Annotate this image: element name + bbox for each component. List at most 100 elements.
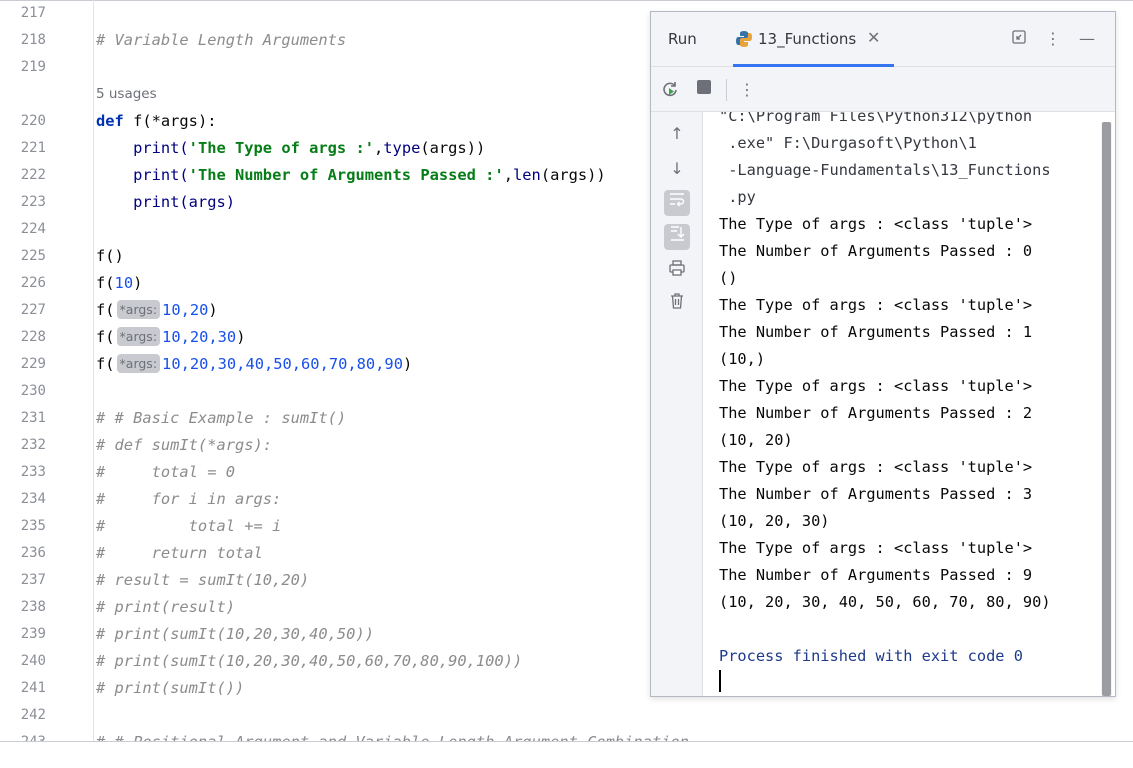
line-number: 235 xyxy=(20,518,46,534)
code-text: f(*args: 10,20) xyxy=(96,300,218,319)
code-comment: # result = sumIt(10,20) xyxy=(96,571,310,589)
console-line: The Type of args : <class 'tuple'> xyxy=(719,539,1033,557)
line-number: 219 xyxy=(20,59,46,75)
soft-wrap-icon[interactable] xyxy=(664,190,690,216)
code-comment: # print(sumIt(10,20,30,40,50)) xyxy=(96,625,374,643)
console-side-toolbar: ↑ ↓ xyxy=(651,112,703,696)
line-number: 229 xyxy=(20,356,46,372)
restore-panel-icon[interactable] xyxy=(1009,29,1029,49)
line-number: 242 xyxy=(20,707,46,723)
run-header: Run 13_Functions ✕ ⋮ — xyxy=(651,12,1115,67)
code-text: f(10) xyxy=(96,274,143,292)
code-text: f(*args: 10,20,30,40,50,60,70,80,90) xyxy=(96,354,413,373)
console-line: "C:\Program Files\Python312\python xyxy=(719,112,1033,125)
line-number: 225 xyxy=(20,248,46,264)
arrow-down-icon[interactable]: ↓ xyxy=(664,156,690,182)
rerun-icon[interactable] xyxy=(659,79,681,101)
scroll-to-end-icon[interactable] xyxy=(664,224,690,250)
minimize-icon[interactable]: — xyxy=(1077,29,1097,49)
scrollbar-thumb[interactable] xyxy=(1102,122,1111,696)
code-text: print('The Type of args :',type(args)) xyxy=(96,139,486,157)
line-number: 221 xyxy=(20,140,46,156)
line-number: 223 xyxy=(20,194,46,210)
run-toolbar: ⋮ xyxy=(651,67,1115,112)
code-text: f(*args: 10,20,30) xyxy=(96,327,246,346)
code-line: 243 # # Positional Argument and Variable… xyxy=(0,729,1133,741)
console-line: .py xyxy=(719,188,756,206)
code-comment: # return total xyxy=(96,544,263,562)
line-number: 230 xyxy=(20,383,46,399)
code-comment: # print(result) xyxy=(96,598,235,616)
code-comment: # print(sumIt()) xyxy=(96,679,245,697)
close-icon[interactable]: ✕ xyxy=(867,28,880,47)
line-number: 218 xyxy=(20,32,46,48)
code-comment: # # Positional Argument and Variable Len… xyxy=(96,729,689,741)
line-number: 236 xyxy=(20,545,46,561)
console-scrollbar[interactable] xyxy=(1101,122,1112,696)
console-line: () xyxy=(719,269,738,287)
line-number: 234 xyxy=(20,491,46,507)
code-text: def f(*args): xyxy=(96,112,217,130)
console-line: (10, 20) xyxy=(719,431,793,449)
code-comment: # # Basic Example : sumIt() xyxy=(96,409,347,427)
console-line: (10,) xyxy=(719,350,766,368)
line-number: 233 xyxy=(20,464,46,480)
line-number: 226 xyxy=(20,275,46,291)
console-line: (10, 20, 30) xyxy=(719,512,830,530)
line-number: 241 xyxy=(20,680,46,696)
parameter-hint: *args: xyxy=(116,327,161,346)
arrow-up-icon[interactable]: ↑ xyxy=(664,121,690,147)
process-finished-message: Process finished with exit code 0 xyxy=(719,647,1023,665)
line-number: 224 xyxy=(20,221,46,237)
more-vertical-icon[interactable]: ⋮ xyxy=(1043,29,1063,49)
line-number: 240 xyxy=(20,653,46,669)
tab-label: 13_Functions xyxy=(758,30,857,48)
code-comment: # print(sumIt(10,20,30,40,50,60,70,80,90… xyxy=(96,652,523,670)
more-vertical-icon[interactable]: ⋮ xyxy=(736,79,758,101)
code-comment: # def sumIt(*args): xyxy=(96,436,273,454)
usages-hint[interactable]: 5 usages xyxy=(96,81,157,108)
console-line: The Type of args : <class 'tuple'> xyxy=(719,215,1033,233)
line-number: 228 xyxy=(20,329,46,345)
parameter-hint: *args: xyxy=(116,300,161,319)
console-line: The Number of Arguments Passed : 0 xyxy=(719,242,1033,260)
console-output[interactable]: "C:\Program Files\Python312\python .exe"… xyxy=(703,112,1101,696)
console-line: The Type of args : <class 'tuple'> xyxy=(719,296,1033,314)
line-number: 227 xyxy=(20,302,46,318)
console-line: The Number of Arguments Passed : 2 xyxy=(719,404,1033,422)
code-text: f() xyxy=(96,247,124,265)
run-title[interactable]: Run xyxy=(668,30,697,48)
console-line: The Number of Arguments Passed : 9 xyxy=(719,566,1033,584)
console-line: The Type of args : <class 'tuple'> xyxy=(719,458,1033,476)
line-number: 238 xyxy=(20,599,46,615)
bottom-blank-area xyxy=(0,742,1133,768)
run-tool-window: Run 13_Functions ✕ ⋮ — ⋮ ↑ ↓ "C:\Program… xyxy=(650,11,1116,697)
print-icon[interactable] xyxy=(664,259,690,285)
python-icon xyxy=(735,30,753,48)
line-number: 232 xyxy=(20,437,46,453)
line-number: 239 xyxy=(20,626,46,642)
console-line: .exe" F:\Durgasoft\Python\1 xyxy=(719,134,977,152)
trash-icon[interactable] xyxy=(664,292,690,318)
line-number: 237 xyxy=(20,572,46,588)
line-number: 231 xyxy=(20,410,46,426)
code-text: print(args) xyxy=(96,193,235,211)
console-line: The Number of Arguments Passed : 3 xyxy=(719,485,1033,503)
line-number: 220 xyxy=(20,113,46,129)
code-line: 242 xyxy=(0,702,1133,729)
tab-13-functions[interactable]: 13_Functions ✕ xyxy=(733,12,894,67)
code-comment: # total += i xyxy=(96,517,282,535)
code-comment: # for i in args: xyxy=(96,490,282,508)
console-line: (10, 20, 30, 40, 50, 60, 70, 80, 90) xyxy=(719,593,1051,611)
line-number: 243 xyxy=(0,729,46,741)
line-number: 217 xyxy=(20,5,46,21)
toolbar-separator xyxy=(726,79,727,101)
parameter-hint: *args: xyxy=(116,354,161,373)
line-number: 222 xyxy=(20,167,46,183)
console-line: The Type of args : <class 'tuple'> xyxy=(719,377,1033,395)
code-comment: # total = 0 xyxy=(96,463,235,481)
code-text: print('The Number of Arguments Passed :'… xyxy=(96,166,606,184)
code-comment: # Variable Length Arguments xyxy=(96,31,347,49)
stop-icon[interactable] xyxy=(693,79,715,101)
console-line: -Language-Fundamentals\13_Functions xyxy=(719,161,1051,179)
